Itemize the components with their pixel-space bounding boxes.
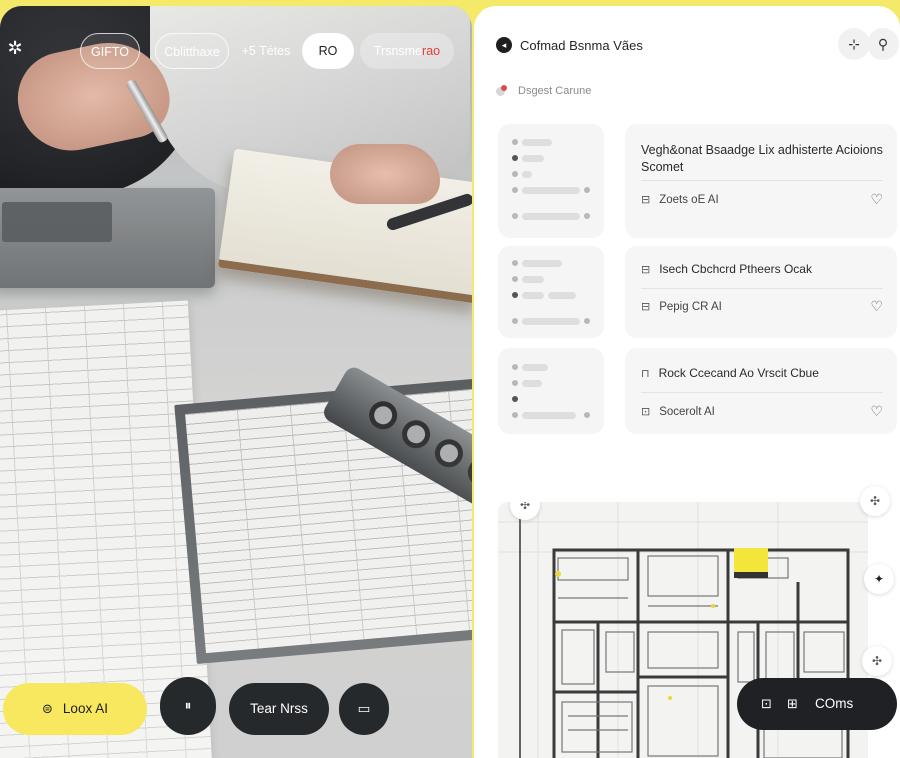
result-card-3[interactable]: ⊓ Rock Ccecand Ao Vrscit Cbue ⊡ Socerolt A… (625, 348, 897, 434)
card-meta: ⊟ Zoets oE AI (641, 193, 719, 207)
side-panel: ◂ Cofmad Bsnma Vães ⊹ ⚲ Dsgest Carune Ve… (474, 6, 900, 758)
panel-header: ◂ Cofmad Bsnma Vães (496, 34, 643, 56)
chip-trsnsme[interactable]: Trsnsmerao (360, 33, 454, 69)
tasks-button[interactable]: Tear Nrss (229, 683, 329, 735)
move-button[interactable]: ⊹ (838, 28, 870, 60)
heart-icon[interactable]: ♡ (870, 298, 883, 315)
chat-icon: ⊡ (761, 696, 772, 711)
chip-gifto[interactable]: GIFTO (80, 33, 140, 69)
floorplan-expand-icon[interactable]: ✣ (860, 486, 890, 516)
digest-icon (496, 84, 510, 98)
chip-ro[interactable]: RO (302, 33, 354, 69)
card-meta: ⊡ Socerolt AI (641, 405, 715, 419)
look-ai-label: Loox AI (62, 701, 108, 716)
move-icon: ⊹ (848, 36, 860, 52)
doc-icon: ⊓ (641, 367, 650, 380)
doc-icon: ⊟ (641, 263, 651, 276)
pause-icon: ⏸ (184, 698, 192, 713)
result-card-1[interactable]: Vegh&onat Bsaadge Lix adhisterte Acioion… (625, 124, 897, 238)
card-title-row: ⊟ Isech Cbchcrd Ptheers Ocak (641, 262, 812, 276)
skeleton-card (498, 348, 604, 434)
card-meta-label: Socerolt AI (659, 405, 715, 418)
card-meta: ⊟ Pepig CR AI (641, 300, 722, 314)
result-card-2[interactable]: ⊟ Isech Cbchcrd Ptheers Ocak ⊟ Pepig CR AI… (625, 246, 897, 338)
chip-trsnsme-label: Trsnsme (373, 44, 423, 58)
heart-icon[interactable]: ♡ (870, 191, 883, 208)
pause-button[interactable]: ⏸ (160, 677, 216, 735)
profile-button[interactable]: ⚲ (867, 28, 899, 60)
person-icon: ⚲ (877, 36, 889, 52)
skeleton-card (498, 246, 604, 338)
coms-button[interactable]: ⊡ ⊞ COms (737, 678, 897, 730)
ai-icon: ⊜ (42, 701, 53, 716)
coms-label: COms (815, 696, 854, 711)
grid-icon: ⊞ (787, 696, 798, 711)
card-meta-label: Zoets oE AI (659, 193, 719, 206)
source-icon: ⊟ (641, 194, 651, 206)
logo-icon[interactable]: ✲ (4, 37, 26, 59)
square-icon: ▭ (357, 701, 371, 716)
source-icon: ⊡ (641, 406, 651, 418)
card-title: Isech Cbchcrd Ptheers Ocak (659, 262, 812, 276)
skeleton-card (498, 124, 604, 238)
chip-cblitthaxe[interactable]: Cblitthaxe (155, 33, 229, 69)
floorplan-zoom-icon[interactable]: ✣ (862, 646, 892, 676)
card-title: Rock Ccecand Ao Vrscit Cbue (658, 366, 819, 380)
section-subtitle-row: Dsgest Carune (496, 84, 591, 98)
floorplan-tool-icon[interactable]: ✦ (864, 564, 894, 594)
card-meta-label: Pepig CR AI (659, 300, 722, 313)
back-icon[interactable]: ◂ (496, 37, 512, 53)
panel-title: Cofmad Bsnma Vães (520, 37, 643, 53)
chip-tetes[interactable]: +5 Tétes (236, 33, 296, 69)
look-ai-button[interactable]: ⊜ Loox AI (3, 683, 147, 735)
card-title-row: ⊓ Rock Ccecand Ao Vrscit Cbue (641, 366, 819, 380)
source-icon: ⊟ (641, 301, 651, 313)
chip-trsnsme-accent: rao (422, 44, 441, 58)
office-photo (0, 6, 472, 758)
photo-panel: ✲ GIFTO Cblitthaxe +5 Tétes RO Trsnsmera… (0, 6, 472, 758)
section-subtitle: Dsgest Carune (518, 85, 592, 97)
card-title: Vegh&onat Bsaadge Lix adhisterte Acioion… (641, 143, 883, 174)
top-toolbar: ✲ GIFTO Cblitthaxe +5 Tétes RO Trsnsmera… (0, 31, 472, 71)
heart-icon[interactable]: ♡ (870, 403, 883, 420)
window-button[interactable]: ▭ (339, 683, 389, 735)
